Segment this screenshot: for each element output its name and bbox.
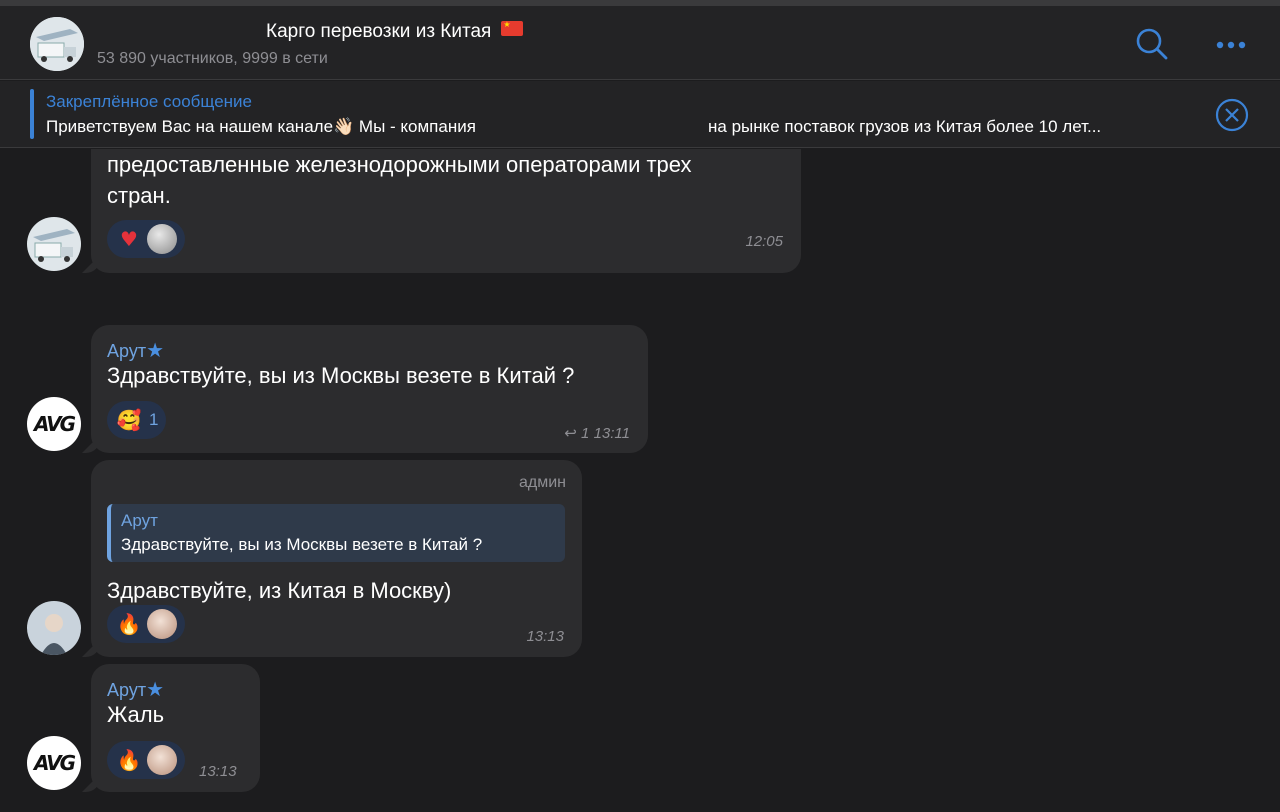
reaction-group[interactable]: 🔥 bbox=[107, 741, 185, 779]
heart-icon: ♥ bbox=[120, 227, 138, 251]
fire-icon: 🔥 bbox=[116, 748, 142, 772]
reply-count: 1 bbox=[581, 425, 590, 442]
logo-text: AVG bbox=[33, 751, 76, 775]
pinned-text-start: Приветствуем Вас на нашем канале👋🏻 Мы - … bbox=[46, 117, 476, 136]
reaction-count: 1 bbox=[149, 410, 159, 429]
message-list[interactable]: предоставленные железнодорожными операто… bbox=[0, 149, 1280, 812]
message-bubble[interactable]: Арут★ Жаль 🔥 13:13 bbox=[91, 664, 260, 792]
message-text-line: стран. bbox=[107, 183, 171, 208]
message-text: Здравствуйте, вы из Москвы везете в Кита… bbox=[107, 363, 575, 388]
china-flag-icon bbox=[501, 20, 524, 36]
chat-title: Карго перевозки из Китая bbox=[266, 20, 524, 43]
reactor-avatar bbox=[147, 224, 177, 254]
message-time: 13:13 bbox=[526, 628, 564, 645]
message-meta: ↩ 1 13:11 bbox=[564, 424, 630, 442]
reaction-group[interactable]: 🔥 bbox=[107, 605, 185, 643]
avatar[interactable] bbox=[27, 601, 81, 655]
message-time: 13:13 bbox=[199, 763, 237, 780]
logo-text: AVG bbox=[33, 412, 76, 436]
message-time: 12:05 bbox=[745, 233, 783, 250]
star-icon: ★ bbox=[146, 679, 164, 701]
pinned-label: Закреплённое сообщение bbox=[46, 92, 252, 111]
reactor-avatar bbox=[147, 745, 177, 775]
more-icon[interactable] bbox=[1215, 38, 1249, 56]
search-icon[interactable] bbox=[1135, 27, 1169, 66]
message-bubble[interactable]: предоставленные железнодорожными операто… bbox=[91, 149, 801, 273]
message-bubble[interactable]: Арут★ Здравствуйте, вы из Москвы везете … bbox=[91, 325, 648, 453]
reaction-group[interactable]: ♥ bbox=[107, 220, 185, 258]
member-count: 53 890 участников, 9999 в сети bbox=[97, 50, 328, 67]
pinned-indicator bbox=[30, 89, 34, 139]
smiling-face-hearts-icon: 🥰 bbox=[116, 408, 142, 432]
fire-icon: 🔥 bbox=[116, 612, 142, 636]
message-text: Жаль bbox=[107, 702, 165, 727]
avatar[interactable]: AVG bbox=[27, 736, 81, 790]
message-bubble[interactable]: админ Арут Здравствуйте, вы из Москвы ве… bbox=[91, 460, 582, 657]
reply-quote[interactable]: Арут Здравствуйте, вы из Москвы везете в… bbox=[107, 504, 565, 562]
close-pinned-icon[interactable] bbox=[1215, 98, 1249, 137]
star-icon: ★ bbox=[146, 340, 164, 362]
quote-text: Здравствуйте, вы из Москвы везете в Кита… bbox=[121, 535, 483, 554]
quote-sender: Арут bbox=[121, 511, 158, 530]
message-time: 13:11 bbox=[593, 425, 630, 442]
pinned-text-end: на рынке поставок грузов из Китая более … bbox=[708, 117, 1102, 136]
reaction-group[interactable]: 🥰 1 bbox=[107, 401, 167, 439]
reply-icon[interactable]: ↩ bbox=[564, 425, 577, 442]
message-text-line: предоставленные железнодорожными операто… bbox=[107, 152, 692, 177]
message-text: Здравствуйте, из Китая в Москву) bbox=[107, 578, 452, 603]
admin-badge: админ bbox=[518, 474, 566, 491]
pinned-message[interactable]: Закреплённое сообщение Приветствуем Вас … bbox=[0, 81, 1280, 148]
avatar[interactable] bbox=[27, 217, 81, 271]
chat-header: Карго перевозки из Китая 53 890 участник… bbox=[0, 0, 1280, 80]
reactor-avatar bbox=[147, 609, 177, 639]
avatar[interactable]: AVG bbox=[27, 397, 81, 451]
group-avatar[interactable] bbox=[30, 17, 84, 71]
